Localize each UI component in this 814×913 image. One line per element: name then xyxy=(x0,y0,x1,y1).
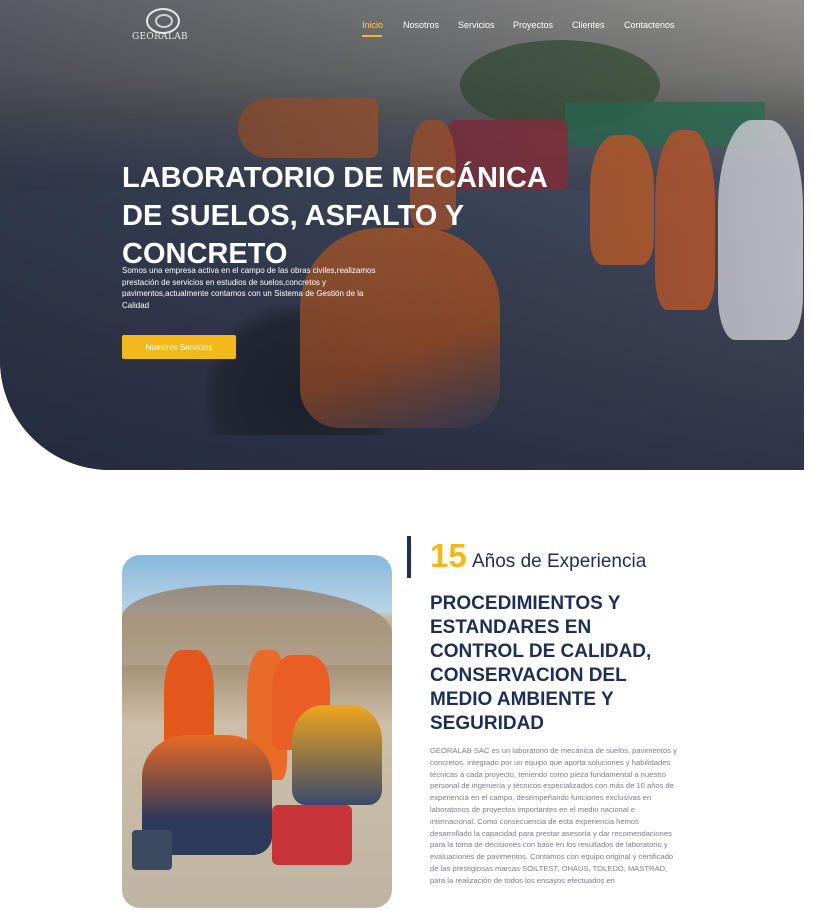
experience-years-number: 15 xyxy=(430,537,467,574)
hero-title-line: DE SUELOS, ASFALTO Y xyxy=(122,200,465,233)
logo-icon xyxy=(146,8,180,34)
site-logo[interactable]: GEORALAB xyxy=(128,8,192,44)
about-heading-line: PROCEDIMIENTOS Y xyxy=(430,593,621,614)
logo-text: GEORALAB xyxy=(132,32,188,42)
hero-title-line: LABORATORIO DE MECÁNICA xyxy=(122,162,548,195)
about-heading-line: CONTROL DE CALIDAD, xyxy=(430,641,652,662)
services-button[interactable]: Nuestros Servicios xyxy=(122,335,236,359)
about-paragraph: GEORALAB SAC es un laboratorio de mecáni… xyxy=(430,746,677,885)
about-heading-line: SEGURIDAD xyxy=(430,713,545,734)
nav-item-inicio[interactable]: Inicio xyxy=(362,20,383,30)
hero-section: GEORALAB Inicio Nosotros Servicios Proye… xyxy=(0,0,804,470)
nav-item-clientes[interactable]: Clientes xyxy=(572,20,605,30)
photo-toolcase xyxy=(132,830,172,870)
hero-title: LABORATORIO DE MECÁNICA DE SUELOS, ASFAL… xyxy=(122,159,582,273)
nav-active-indicator xyxy=(362,35,382,37)
hero-description: Somos una empresa activa en el campo de … xyxy=(122,266,376,310)
nav-item-nosotros[interactable]: Nosotros xyxy=(403,20,439,30)
photo-worker xyxy=(292,705,382,805)
experience-accent-bar xyxy=(407,536,411,578)
about-heading-line: CONSERVACION DEL xyxy=(430,665,627,686)
about-heading: PROCEDIMIENTOS Y ESTANDARES EN CONTROL D… xyxy=(430,592,690,736)
nav-item-contactenos[interactable]: Contactenos xyxy=(624,20,675,30)
about-heading-line: MEDIO AMBIENTE Y xyxy=(430,689,614,710)
photo-equipment xyxy=(272,805,352,865)
about-photo xyxy=(122,555,392,908)
nav-item-servicios[interactable]: Servicios xyxy=(458,20,495,30)
nav-item-proyectos[interactable]: Proyectos xyxy=(513,20,553,30)
about-heading-line: ESTANDARES EN xyxy=(430,617,592,638)
experience-years-label: Años de Experiencia xyxy=(472,551,647,572)
